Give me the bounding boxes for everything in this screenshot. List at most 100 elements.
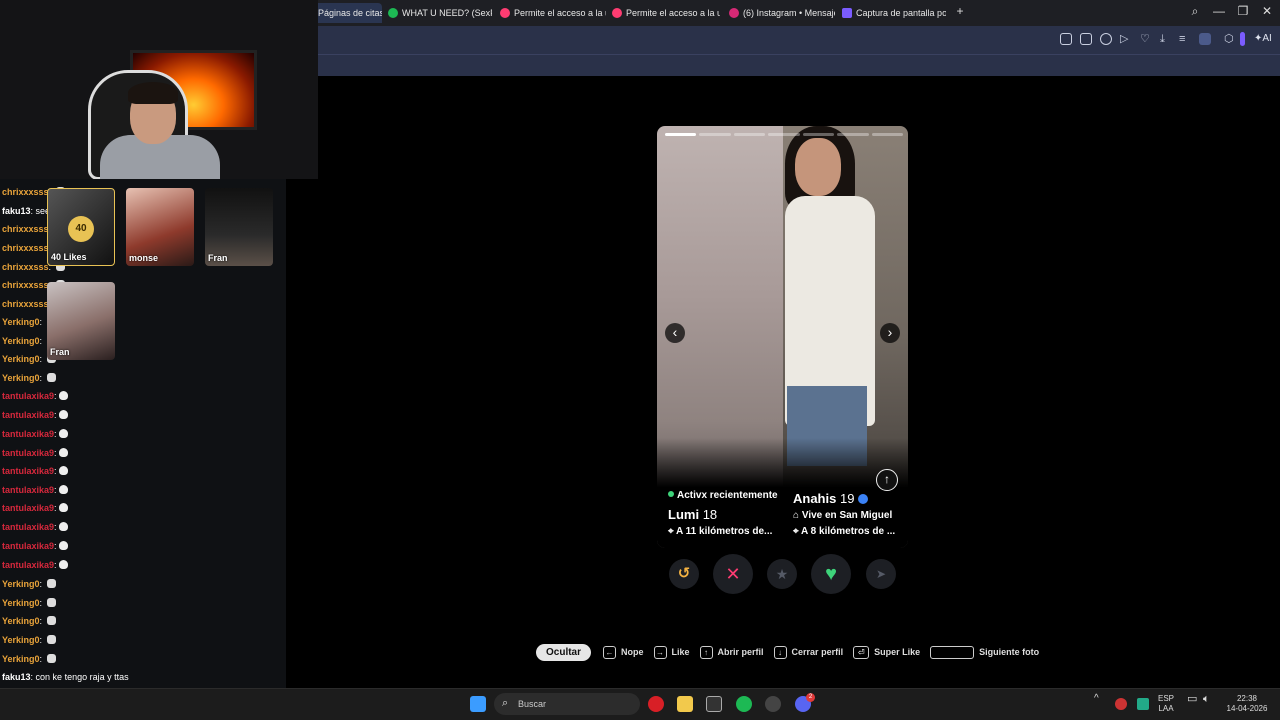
profile-thumbnail[interactable]: monse (126, 188, 194, 266)
language-indicator[interactable]: ESP LAA (1158, 694, 1174, 714)
chat-username[interactable]: chrixxxsss (2, 243, 49, 253)
edit-icon[interactable] (1060, 33, 1072, 45)
chat-message: tantulaxika9: (2, 560, 69, 570)
tinder-icon (500, 8, 510, 18)
chat-username[interactable]: tantulaxika9 (2, 522, 54, 532)
chat-username[interactable]: tantulaxika9 (2, 541, 54, 551)
chat-username[interactable]: chrixxxsss (2, 299, 49, 309)
chat-emote-icon (46, 579, 56, 588)
volume-icon[interactable]: 🔈︎ (1203, 694, 1210, 705)
chat-username[interactable]: Yerking0 (2, 616, 40, 626)
chat-username[interactable]: Yerking0 (2, 654, 40, 664)
network-icon[interactable]: ▭ (1187, 694, 1197, 705)
chat-username[interactable]: Yerking0 (2, 336, 40, 346)
chat-emote-icon (46, 635, 56, 644)
profile-icon[interactable] (1199, 33, 1211, 45)
maximize-icon[interactable]: ❐ (1234, 4, 1252, 18)
pen-icon (842, 8, 852, 18)
tab-location-permission-2[interactable]: Permite el acceso a la ubic (608, 3, 720, 23)
verified-icon (858, 494, 869, 504)
tray-expand-icon[interactable]: ^ (1094, 694, 1099, 704)
chat-message: Yerking0: (2, 654, 56, 664)
chat-username[interactable]: chrixxxsss (2, 280, 49, 290)
nope-button[interactable]: ✕ (713, 554, 753, 594)
chat-username[interactable]: chrixxxsss (2, 262, 49, 272)
shortcut-open-profile: ↑ Abrir perfil (699, 645, 764, 659)
chat-username[interactable]: Yerking0 (2, 635, 40, 645)
taskbar-search[interactable]: Buscar (494, 693, 640, 715)
tab-instagram[interactable]: (6) Instagram • Mensajes (725, 3, 835, 23)
chat-separator: : (39, 373, 45, 383)
chat-username[interactable]: tantulaxika9 (2, 429, 54, 439)
rewind-button[interactable]: ↺ (669, 559, 699, 589)
chat-username[interactable]: faku13 (2, 672, 31, 682)
chat-message: faku13: con ke tengo raja y ttas (2, 672, 129, 682)
tab-location-permission-1[interactable]: Permite el acceso a la ubic (496, 3, 606, 23)
chat-username[interactable]: Yerking0 (2, 579, 40, 589)
chat-username[interactable]: Yerking0 (2, 598, 40, 608)
previous-photo-button[interactable]: ‹ (665, 323, 685, 343)
chat-emote-icon (46, 654, 56, 663)
chat-message: tantulaxika9: (2, 448, 69, 458)
camera-icon[interactable] (1080, 33, 1092, 45)
skull-emote-icon (59, 448, 69, 457)
photo-face (795, 138, 841, 196)
chat-username[interactable]: Yerking0 (2, 354, 40, 364)
chat-username[interactable]: tantulaxika9 (2, 410, 54, 420)
chat-username[interactable]: tantulaxika9 (2, 560, 54, 570)
tab-screenshot[interactable]: Captura de pantalla por Li (838, 3, 946, 23)
play-icon[interactable]: ▷ (1120, 33, 1132, 45)
download-icon[interactable]: ⤓ (1160, 33, 1172, 45)
tab-spotify-playlist[interactable]: WHAT U NEED? (SexPlaylis (384, 3, 492, 23)
shield-icon[interactable] (1100, 33, 1112, 45)
spotify-icon[interactable] (736, 696, 752, 712)
windows-start-icon[interactable] (470, 696, 486, 712)
chat-username[interactable]: Yerking0 (2, 317, 40, 327)
steam-icon[interactable] (765, 696, 781, 712)
hide-shortcuts-button[interactable]: Ocultar (536, 643, 592, 661)
chat-username[interactable]: tantulaxika9 (2, 448, 54, 458)
streamer-hair (128, 82, 178, 104)
chat-separator: : (39, 579, 45, 589)
search-icon[interactable]: ⌕ (1186, 4, 1204, 19)
chat-username[interactable]: Yerking0 (2, 373, 40, 383)
ai-button[interactable]: ✦AI (1254, 33, 1272, 44)
photo-progress-segment (699, 133, 731, 136)
skull-emote-icon (59, 522, 69, 531)
chat-username[interactable]: tantulaxika9 (2, 466, 54, 476)
like-button[interactable]: ♥ (811, 554, 851, 594)
heart-icon[interactable]: ♡ (1140, 33, 1152, 45)
chat-username[interactable]: chrixxxsss (2, 224, 49, 234)
discord-notification-badge: 2 (806, 693, 815, 702)
likes-thumbnail[interactable]: 40 40 Likes (47, 188, 115, 266)
boost-button[interactable]: ➤ (866, 559, 896, 589)
chat-username[interactable]: chrixxxsss (2, 187, 49, 197)
epic-games-icon[interactable] (706, 696, 722, 712)
clock[interactable]: 22:38 14-04-2026 (1224, 694, 1270, 714)
chat-username[interactable]: tantulaxika9 (2, 485, 54, 495)
opera-icon[interactable] (648, 696, 664, 712)
file-explorer-icon[interactable] (677, 696, 693, 712)
shortcut-like: → Like (653, 645, 690, 659)
tab-dating-pages[interactable]: Páginas de citas (314, 3, 382, 23)
chat-username[interactable]: tantulaxika9 (2, 503, 54, 513)
shortcut-super-like: ⏎ Super Like (853, 645, 920, 659)
chat-username[interactable]: faku13 (2, 206, 31, 216)
open-profile-button[interactable]: ↑ (876, 469, 898, 491)
minimize-icon[interactable]: — (1210, 4, 1228, 18)
chat-message: Yerking0: (2, 598, 56, 608)
tray-app-icon[interactable] (1137, 698, 1149, 710)
chat-username[interactable]: tantulaxika9 (2, 391, 54, 401)
close-icon[interactable]: ✕ (1258, 4, 1276, 18)
profile-card-stack[interactable]: ‹ › ↑ Activx recientemente Lumi 18 ⌖ A 1… (657, 126, 908, 548)
super-like-button[interactable]: ★ (767, 559, 797, 589)
profile-thumbnail[interactable]: Fran (47, 282, 115, 360)
tray-app-icon[interactable] (1115, 698, 1127, 710)
skull-emote-icon (59, 466, 69, 475)
profile-thumbnail[interactable]: Fran (205, 188, 273, 266)
extension-icon[interactable]: ⬡ (1224, 33, 1236, 45)
new-tab-button[interactable]: + (951, 4, 969, 18)
next-photo-button[interactable]: › (880, 323, 900, 343)
menu-icon[interactable]: ≡ (1179, 33, 1191, 45)
shortcut-close-profile: ↓ Cerrar perfil (773, 645, 843, 659)
